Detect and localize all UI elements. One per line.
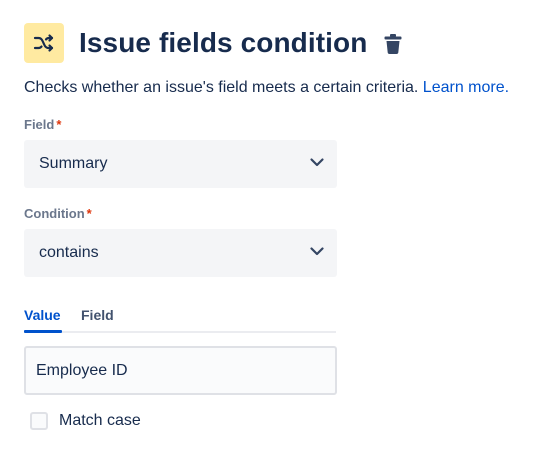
shuffle-icon	[24, 23, 64, 63]
field-select-value: Summary	[39, 155, 108, 172]
description: Checks whether an issue's field meets a …	[24, 79, 509, 97]
condition-label-text: Condition	[24, 206, 85, 221]
condition-select[interactable]: contains	[24, 229, 337, 277]
tab-divider	[62, 331, 336, 333]
field-select[interactable]: Summary	[24, 140, 337, 188]
field-label: Field *	[24, 117, 61, 132]
value-field-tabs: Value Field	[24, 306, 336, 334]
match-case-option[interactable]: Match case	[30, 409, 141, 433]
description-text: Checks whether an issue's field meets a …	[24, 79, 419, 96]
chevron-down-icon	[309, 243, 325, 264]
active-tab-indicator	[24, 330, 62, 333]
value-input[interactable]	[24, 346, 337, 395]
required-asterisk: *	[86, 206, 92, 221]
trash-icon[interactable]	[383, 33, 403, 55]
match-case-checkbox[interactable]	[30, 412, 48, 430]
tab-value[interactable]: Value	[24, 307, 61, 323]
field-label-text: Field	[24, 117, 55, 132]
learn-more-link[interactable]: Learn more.	[423, 79, 509, 96]
required-asterisk: *	[56, 117, 62, 132]
condition-label: Condition *	[24, 206, 92, 221]
condition-header: Issue fields condition	[24, 22, 403, 64]
condition-select-value: contains	[39, 244, 99, 261]
match-case-label: Match case	[59, 412, 141, 429]
page-title: Issue fields condition	[79, 27, 368, 58]
chevron-down-icon	[309, 154, 325, 175]
tab-field[interactable]: Field	[81, 307, 114, 323]
